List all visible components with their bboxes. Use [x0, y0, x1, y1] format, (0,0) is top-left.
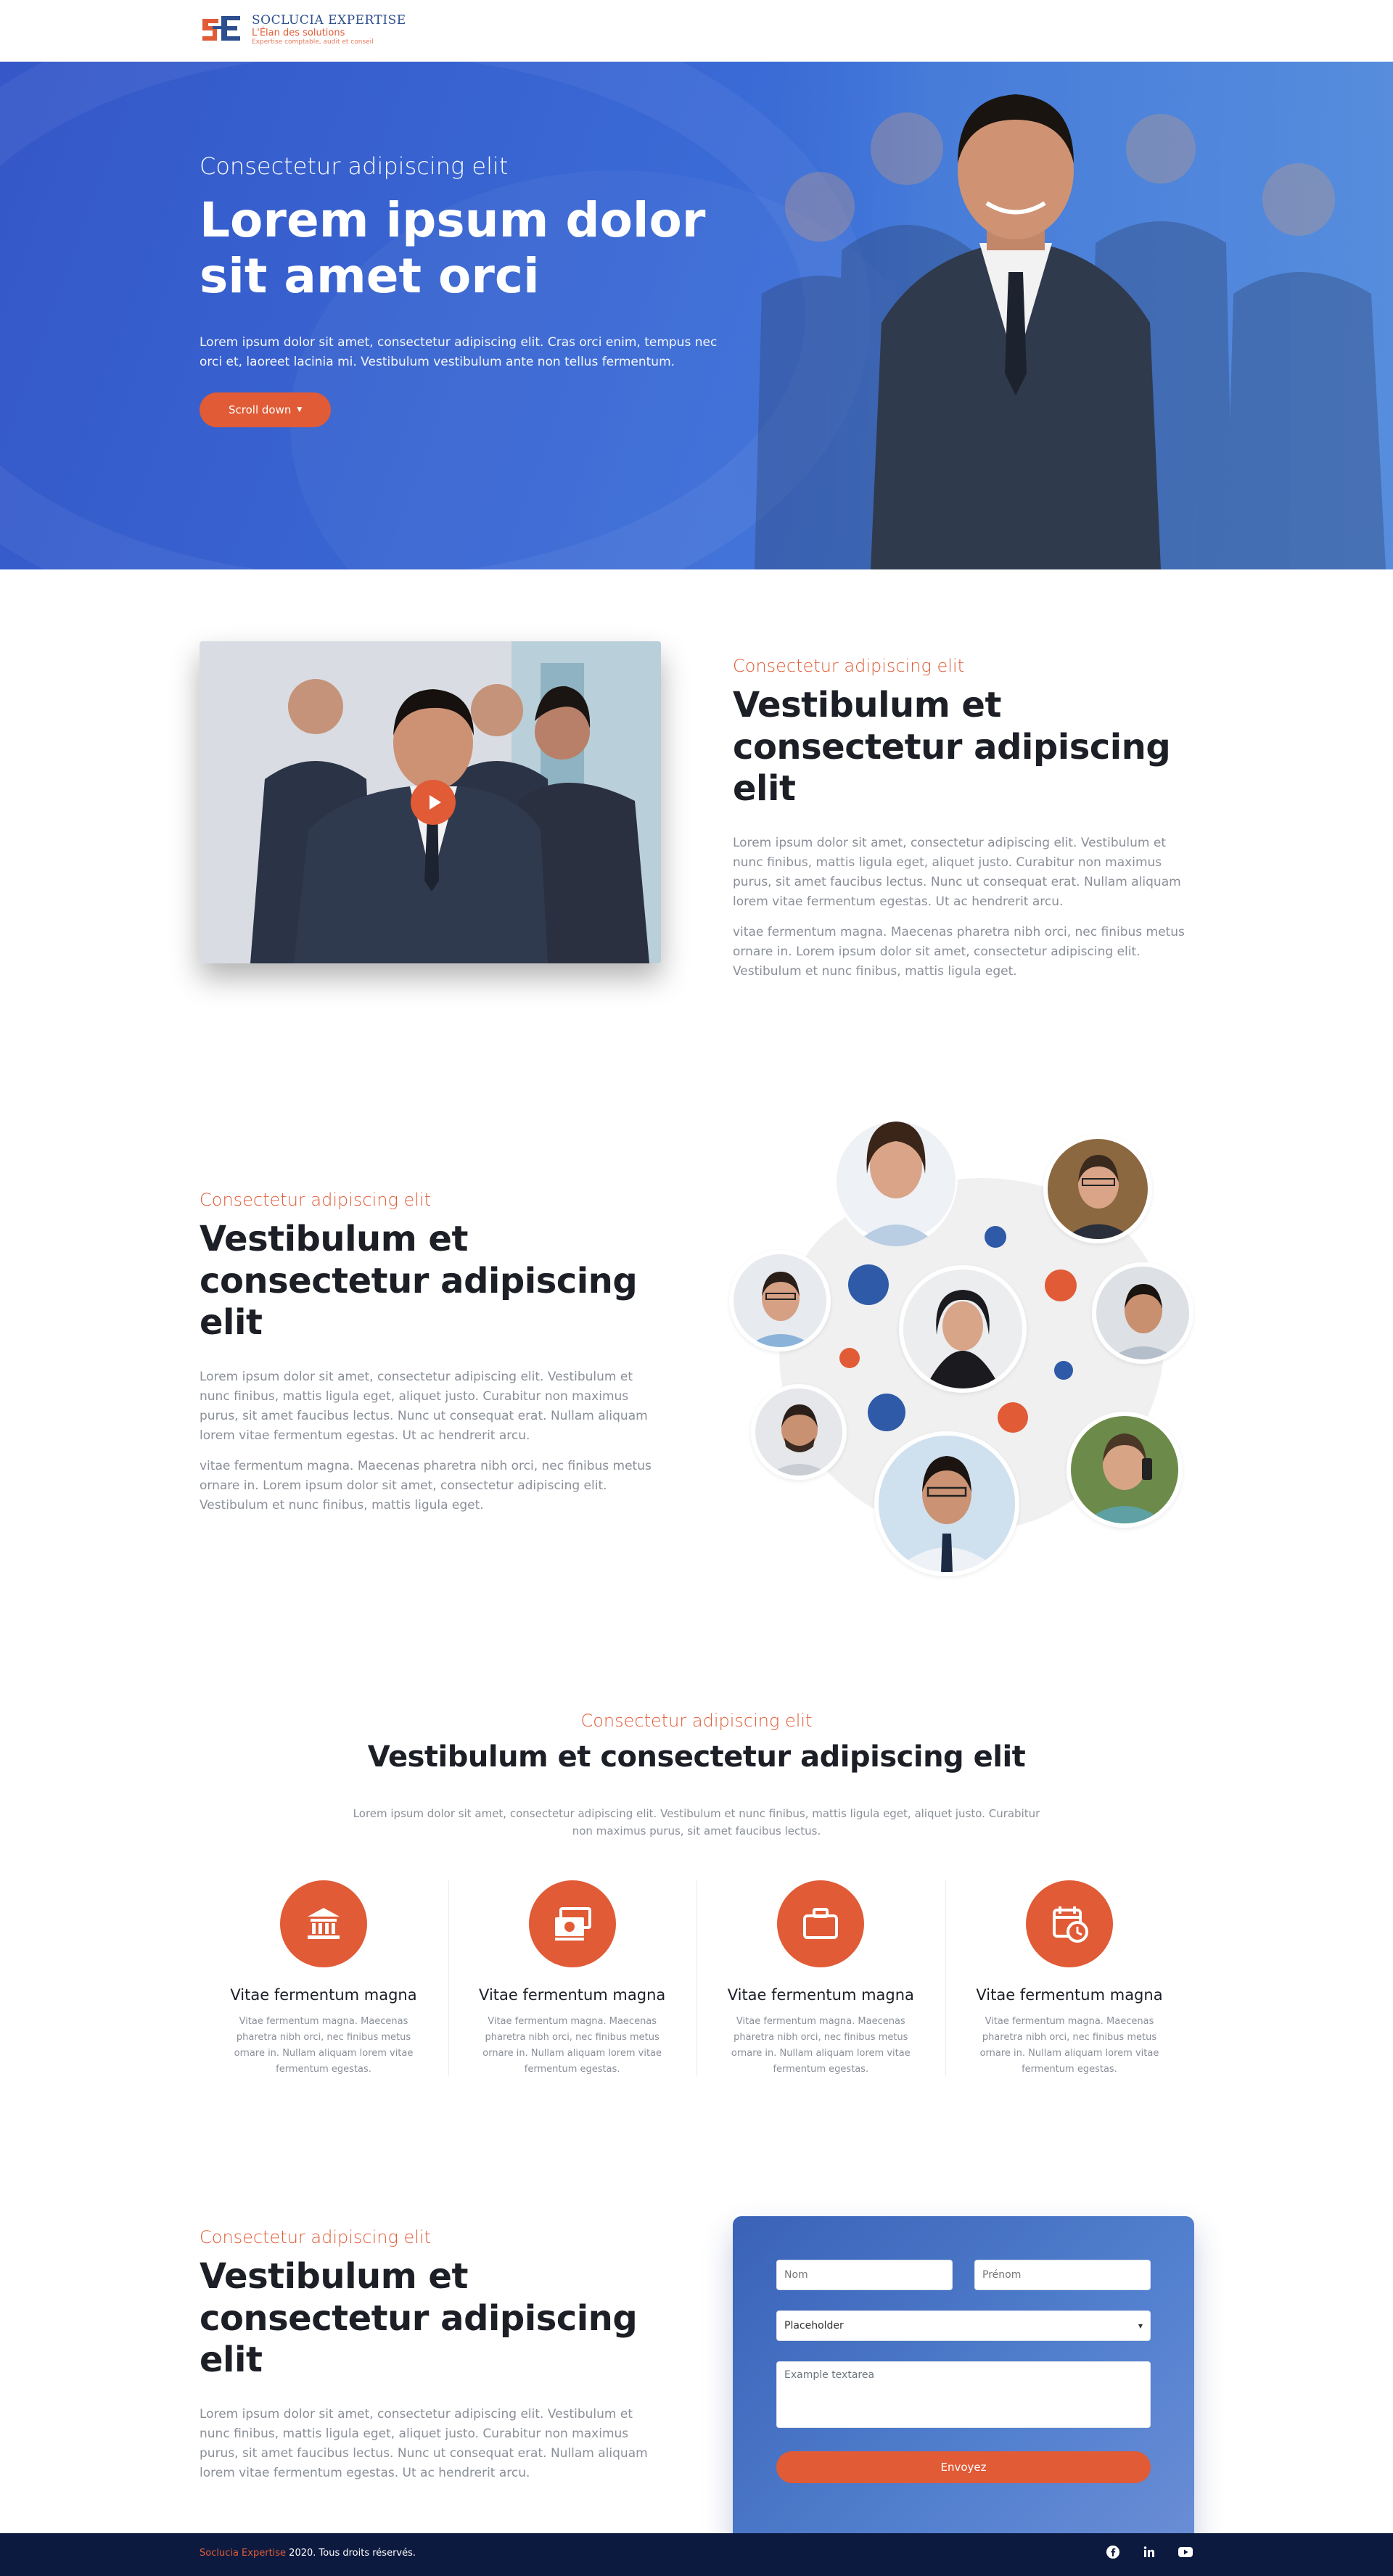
decorative-dot — [868, 1394, 905, 1431]
service-title: Vitae fermentum magna — [479, 1986, 666, 2004]
team-title: Vestibulum et consectetur adipiscing eli… — [200, 1219, 638, 1343]
calendar-clock-icon — [1025, 1880, 1113, 1967]
about-paragraph-2: vitae fermentum magna. Maecenas pharetra… — [733, 924, 1185, 979]
service-title: Vitae fermentum magna — [976, 1986, 1163, 2004]
logo-mark-icon — [200, 12, 243, 46]
hero-wave-divider — [0, 562, 1393, 569]
hero-subtitle: Consectetur adipiscing elit — [200, 152, 509, 180]
team-member-photo — [729, 1250, 831, 1351]
bank-icon — [280, 1880, 367, 1967]
team-paragraph-1: Lorem ipsum dolor sit amet, consectetur … — [200, 1369, 648, 1444]
linkedin-icon[interactable] — [1141, 2544, 1157, 2560]
footer-brand[interactable]: Soclucia Expertise — [200, 2548, 286, 2559]
hero-section: Consectetur adipiscing elit Lorem ipsum … — [0, 62, 1393, 569]
hero-business-team-image — [733, 62, 1393, 569]
message-textarea[interactable]: Example textarea — [776, 2361, 1151, 2428]
site-header: SOCLUCIA EXPERTISE L'Élan des solutions … — [0, 0, 1393, 62]
brand-subtagline: Expertise comptable, audit et conseil — [252, 38, 374, 46]
decorative-dot — [1054, 1361, 1073, 1380]
copyright: Soclucia Expertise 2020. Tous droits rés… — [200, 2548, 416, 2559]
service-text: Vitae fermentum magna. Maecenas pharetra… — [979, 2016, 1159, 2075]
site-footer: Soclucia Expertise 2020. Tous droits rés… — [0, 2533, 1393, 2576]
services-section: Consectetur adipiscing elit Vestibulum e… — [200, 1711, 1193, 2078]
team-text: Consectetur adipiscing elit Vestibulum e… — [200, 1190, 664, 1526]
footer-rights: 2020. Tous droits réservés. — [286, 2548, 416, 2559]
contact-text: Consectetur adipiscing elit Vestibulum e… — [200, 2227, 664, 2494]
name-row — [776, 2260, 1151, 2290]
select-value: Placeholder — [784, 2320, 844, 2332]
services-intro: Lorem ipsum dolor sit amet, consectetur … — [353, 1807, 1040, 1838]
decorative-dot — [848, 1264, 889, 1305]
hero-text: Lorem ipsum dolor sit amet, consectetur … — [200, 335, 718, 370]
about-eyebrow: Consectetur adipiscing elit — [733, 656, 965, 676]
textarea-placeholder: Example textarea — [784, 2369, 875, 2381]
service-item: Vitae fermentum magna Vitae fermentum ma… — [448, 1880, 696, 2078]
team-member-photo — [834, 1108, 958, 1246]
service-title: Vitae fermentum magna — [727, 1986, 914, 2004]
contact-title: Vestibulum et consectetur adipiscing eli… — [200, 2256, 638, 2381]
select-field[interactable]: Placeholder ▼ — [776, 2310, 1151, 2341]
prenom-field[interactable] — [974, 2260, 1151, 2290]
team-member-photo — [751, 1384, 847, 1480]
video-thumbnail[interactable] — [200, 641, 661, 963]
hero-content: Consectetur adipiscing elit Lorem ipsum … — [200, 152, 722, 428]
contact-form: Placeholder ▼ Example textarea Envoyez — [733, 2216, 1194, 2576]
team-member-photo — [874, 1431, 1019, 1576]
social-links — [1105, 2544, 1193, 2560]
play-icon[interactable] — [411, 780, 456, 825]
briefcase-icon — [777, 1880, 865, 1967]
decorative-dot — [839, 1348, 860, 1368]
facebook-icon[interactable] — [1105, 2544, 1121, 2560]
youtube-icon[interactable] — [1178, 2544, 1193, 2560]
about-title: Vestibulum et consectetur adipiscing eli… — [733, 685, 1171, 810]
nom-field[interactable] — [776, 2260, 953, 2290]
service-item: Vitae fermentum magna Vitae fermentum ma… — [945, 1880, 1193, 2078]
services-title: Vestibulum et consectetur adipiscing eli… — [367, 1740, 1026, 1774]
services-eyebrow: Consectetur adipiscing elit — [580, 1711, 813, 1731]
team-paragraph-2: vitae fermentum magna. Maecenas pharetra… — [200, 1458, 652, 1513]
logo[interactable]: SOCLUCIA EXPERTISE L'Élan des solutions … — [200, 12, 406, 46]
services-list: Vitae fermentum magna Vitae fermentum ma… — [200, 1880, 1193, 2078]
decorative-dot — [1045, 1270, 1077, 1301]
team-member-photo — [1092, 1262, 1193, 1364]
money-icon — [528, 1880, 616, 1967]
team-member-photo — [1043, 1135, 1152, 1243]
caret-down-icon: ▼ — [297, 406, 303, 414]
hero-title: Lorem ipsum dolor sit amet orci — [200, 192, 706, 304]
brand-name: SOCLUCIA EXPERTISE — [252, 12, 406, 28]
scroll-down-label: Scroll down — [229, 403, 292, 417]
service-text: Vitae fermentum magna. Maecenas pharetra… — [234, 2016, 414, 2075]
service-item: Vitae fermentum magna Vitae fermentum ma… — [200, 1880, 448, 2078]
brand-tagline: L'Élan des solutions — [252, 27, 345, 38]
team-eyebrow: Consectetur adipiscing elit — [200, 1190, 432, 1210]
team-member-photo — [1067, 1412, 1183, 1528]
contact-paragraph: Lorem ipsum dolor sit amet, consectetur … — [200, 2406, 648, 2481]
decorative-dot — [985, 1226, 1006, 1248]
team-member-photo — [899, 1265, 1027, 1393]
service-text: Vitae fermentum magna. Maecenas pharetra… — [731, 2016, 911, 2075]
service-item: Vitae fermentum magna Vitae fermentum ma… — [696, 1880, 945, 2078]
about-text: Consectetur adipiscing elit Vestibulum e… — [733, 656, 1193, 992]
logo-text: SOCLUCIA EXPERTISE L'Élan des solutions … — [252, 13, 406, 46]
submit-button[interactable]: Envoyez — [776, 2451, 1151, 2483]
contact-eyebrow: Consectetur adipiscing elit — [200, 2227, 432, 2247]
decorative-dot — [998, 1402, 1028, 1433]
team-illustration — [729, 1108, 1201, 1576]
service-title: Vitae fermentum magna — [230, 1986, 417, 2004]
chevron-down-icon: ▼ — [1138, 2322, 1143, 2329]
service-text: Vitae fermentum magna. Maecenas pharetra… — [482, 2016, 662, 2075]
about-paragraph-1: Lorem ipsum dolor sit amet, consectetur … — [733, 835, 1181, 910]
scroll-down-button[interactable]: Scroll down ▼ — [200, 392, 332, 428]
